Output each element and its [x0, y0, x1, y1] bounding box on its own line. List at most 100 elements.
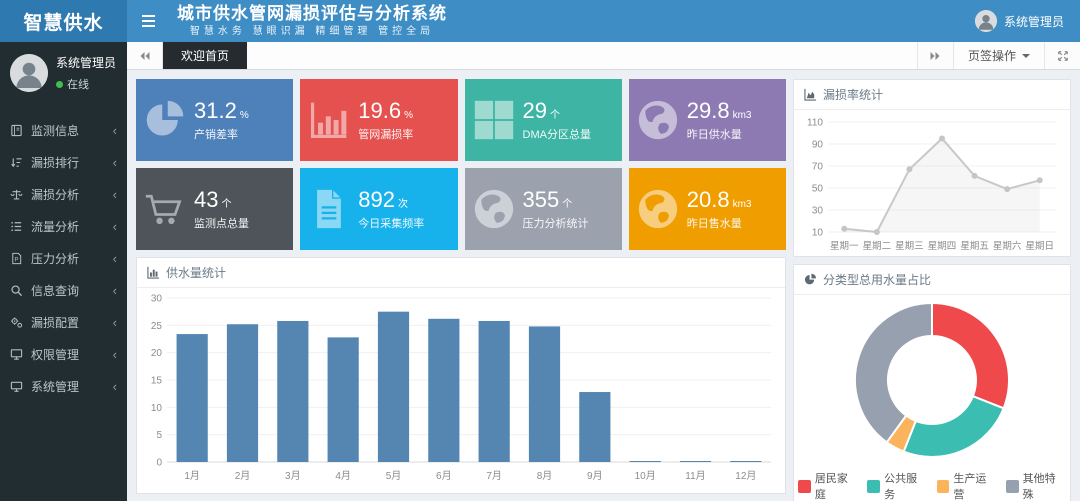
- stat-cards-grid: 31.2% 产销差率 19.6% 管网漏损率 29个 DMA分区总量 29.8k…: [136, 79, 786, 250]
- sidebar-item-system-mgmt[interactable]: 系统管理: [0, 370, 127, 402]
- pie-chart-icon: [804, 273, 817, 286]
- sidebar-item-leak-analysis[interactable]: 漏损分析: [0, 178, 127, 210]
- tab-label: 欢迎首页: [181, 47, 229, 64]
- svg-text:12月: 12月: [735, 470, 756, 482]
- main-content: 31.2% 产销差率 19.6% 管网漏损率 29个 DMA分区总量 29.8k…: [127, 70, 1080, 501]
- chevron-left-icon: [113, 124, 117, 137]
- legend-swatch: [1006, 480, 1019, 493]
- tab-strip-empty: [247, 42, 917, 69]
- cart-icon: [144, 188, 186, 230]
- stat-card-collect-frequency: 892次 今日采集频率: [300, 168, 457, 250]
- stat-card-yesterday-sales: 20.8km3 昨日售水量: [629, 168, 786, 250]
- svg-text:30: 30: [812, 206, 824, 217]
- file-text-icon: [308, 188, 350, 230]
- stat-card-pipe-leak-rate: 19.6% 管网漏损率: [300, 79, 457, 161]
- scale-icon: [10, 188, 23, 201]
- sidebar-menu: 监测信息 漏损排行 漏损分析 流量分析 压力分析 信息查询 漏损配置 权限管理: [0, 114, 127, 402]
- tab-bar: 欢迎首页 页签操作: [127, 42, 1080, 70]
- sidebar-item-monitor-info[interactable]: 监测信息: [0, 114, 127, 146]
- sidebar-item-leak-ranking[interactable]: 漏损排行: [0, 146, 127, 178]
- svg-text:9月: 9月: [587, 470, 603, 482]
- svg-text:星期二: 星期二: [863, 241, 892, 252]
- pie-chart-icon: [144, 99, 186, 141]
- avatar: [975, 10, 997, 32]
- caret-down-icon: [1022, 54, 1030, 62]
- chevron-left-icon: [113, 188, 117, 201]
- area-chart-icon: [804, 88, 817, 101]
- svg-text:15: 15: [151, 376, 163, 387]
- chevron-left-icon: [113, 380, 117, 393]
- leak-rate-panel: 漏损率统计 1030507090110星期一星期二星期三星期四星期五星期六星期日: [793, 79, 1071, 257]
- svg-text:8月: 8月: [537, 470, 553, 482]
- tab-operations-dropdown[interactable]: 页签操作: [953, 42, 1044, 69]
- list-icon: [10, 220, 23, 233]
- scroll-right-icon: [929, 50, 941, 62]
- svg-text:10: 10: [812, 228, 824, 239]
- svg-text:25: 25: [151, 321, 163, 332]
- stat-card-pressure-stats: 355个 压力分析统计: [465, 168, 622, 250]
- tab-welcome-home[interactable]: 欢迎首页: [163, 42, 247, 69]
- scroll-tabs-left-button[interactable]: [127, 42, 163, 69]
- desktop-icon: [10, 380, 23, 393]
- page-subtitle: 智慧水务 慧眼识漏 精细管理 管控全局: [177, 26, 447, 38]
- svg-text:3月: 3月: [285, 470, 301, 482]
- chevron-left-icon: [113, 348, 117, 361]
- legend-item: 其他特殊: [1006, 470, 1066, 501]
- chalkboard-icon: [10, 348, 23, 361]
- svg-text:50: 50: [812, 184, 824, 195]
- chevron-left-icon: [113, 156, 117, 169]
- online-status-label: 在线: [67, 76, 89, 92]
- scroll-tabs-right-button[interactable]: [917, 42, 953, 69]
- hamburger-icon[interactable]: [135, 15, 161, 27]
- chevron-left-icon: [113, 220, 117, 233]
- globe-icon: [473, 188, 515, 230]
- windows-icon: [473, 99, 515, 141]
- top-header: 城市供水管网漏损评估与分析系统 智慧水务 慧眼识漏 精细管理 管控全局 系统管理…: [127, 0, 1080, 42]
- svg-text:7月: 7月: [486, 470, 502, 482]
- svg-text:90: 90: [812, 140, 824, 151]
- legend-swatch: [937, 480, 950, 493]
- gears-icon: [10, 316, 23, 329]
- stat-card-dma-zones: 29个 DMA分区总量: [465, 79, 622, 161]
- svg-text:星期日: 星期日: [1025, 241, 1054, 252]
- stat-card-nrw-rate: 31.2% 产销差率: [136, 79, 293, 161]
- stat-card-yesterday-supply: 29.8km3 昨日供水量: [629, 79, 786, 161]
- svg-text:5: 5: [156, 430, 162, 441]
- svg-text:星期一: 星期一: [830, 241, 859, 252]
- svg-text:10月: 10月: [635, 470, 656, 482]
- legend-swatch: [798, 480, 811, 493]
- sidebar-item-leak-config[interactable]: 漏损配置: [0, 306, 127, 338]
- svg-text:5月: 5月: [386, 470, 402, 482]
- tab-operations-label: 页签操作: [968, 47, 1016, 64]
- leak-rate-line-chart: 1030507090110星期一星期二星期三星期四星期五星期六星期日: [794, 110, 1070, 256]
- pressure-file-icon: [10, 252, 23, 265]
- panel-title: 分类型总用水量占比: [823, 271, 931, 288]
- sidebar-item-info-query[interactable]: 信息查询: [0, 274, 127, 306]
- svg-text:星期三: 星期三: [895, 241, 924, 252]
- sidebar-username: 系统管理员: [56, 54, 116, 71]
- svg-text:11月: 11月: [685, 470, 705, 482]
- svg-text:星期四: 星期四: [928, 241, 957, 252]
- svg-text:110: 110: [807, 118, 823, 129]
- svg-text:2月: 2月: [235, 470, 251, 482]
- usage-share-panel: 分类型总用水量占比 居民家庭 公共服务 生产运营 其他特殊: [793, 264, 1071, 501]
- app-logo: 智慧供水: [0, 0, 127, 42]
- water-supply-bar-chart: 0510152025301月2月3月4月5月6月7月8月9月10月11月12月: [137, 288, 785, 493]
- legend-item: 生产运营: [937, 470, 997, 501]
- svg-text:1月: 1月: [184, 470, 200, 482]
- sidebar-user-panel: 系统管理员 在线: [0, 42, 127, 106]
- sidebar-item-permission-mgmt[interactable]: 权限管理: [0, 338, 127, 370]
- legend-item: 居民家庭: [798, 470, 858, 501]
- topbar-username: 系统管理员: [1004, 13, 1064, 30]
- sidebar-item-flow-analysis[interactable]: 流量分析: [0, 210, 127, 242]
- topbar-user-menu[interactable]: 系统管理员: [975, 10, 1064, 32]
- svg-text:6月: 6月: [436, 470, 452, 482]
- sidebar-item-pressure-analysis[interactable]: 压力分析: [0, 242, 127, 274]
- fullscreen-icon: [1057, 50, 1069, 62]
- book-icon: [10, 124, 23, 137]
- panel-title: 供水量统计: [166, 264, 226, 281]
- fullscreen-button[interactable]: [1044, 42, 1080, 69]
- stat-card-monitor-points: 43个 监测点总量: [136, 168, 293, 250]
- search-icon: [10, 284, 23, 297]
- title-block: 城市供水管网漏损评估与分析系统 智慧水务 慧眼识漏 精细管理 管控全局: [177, 4, 447, 37]
